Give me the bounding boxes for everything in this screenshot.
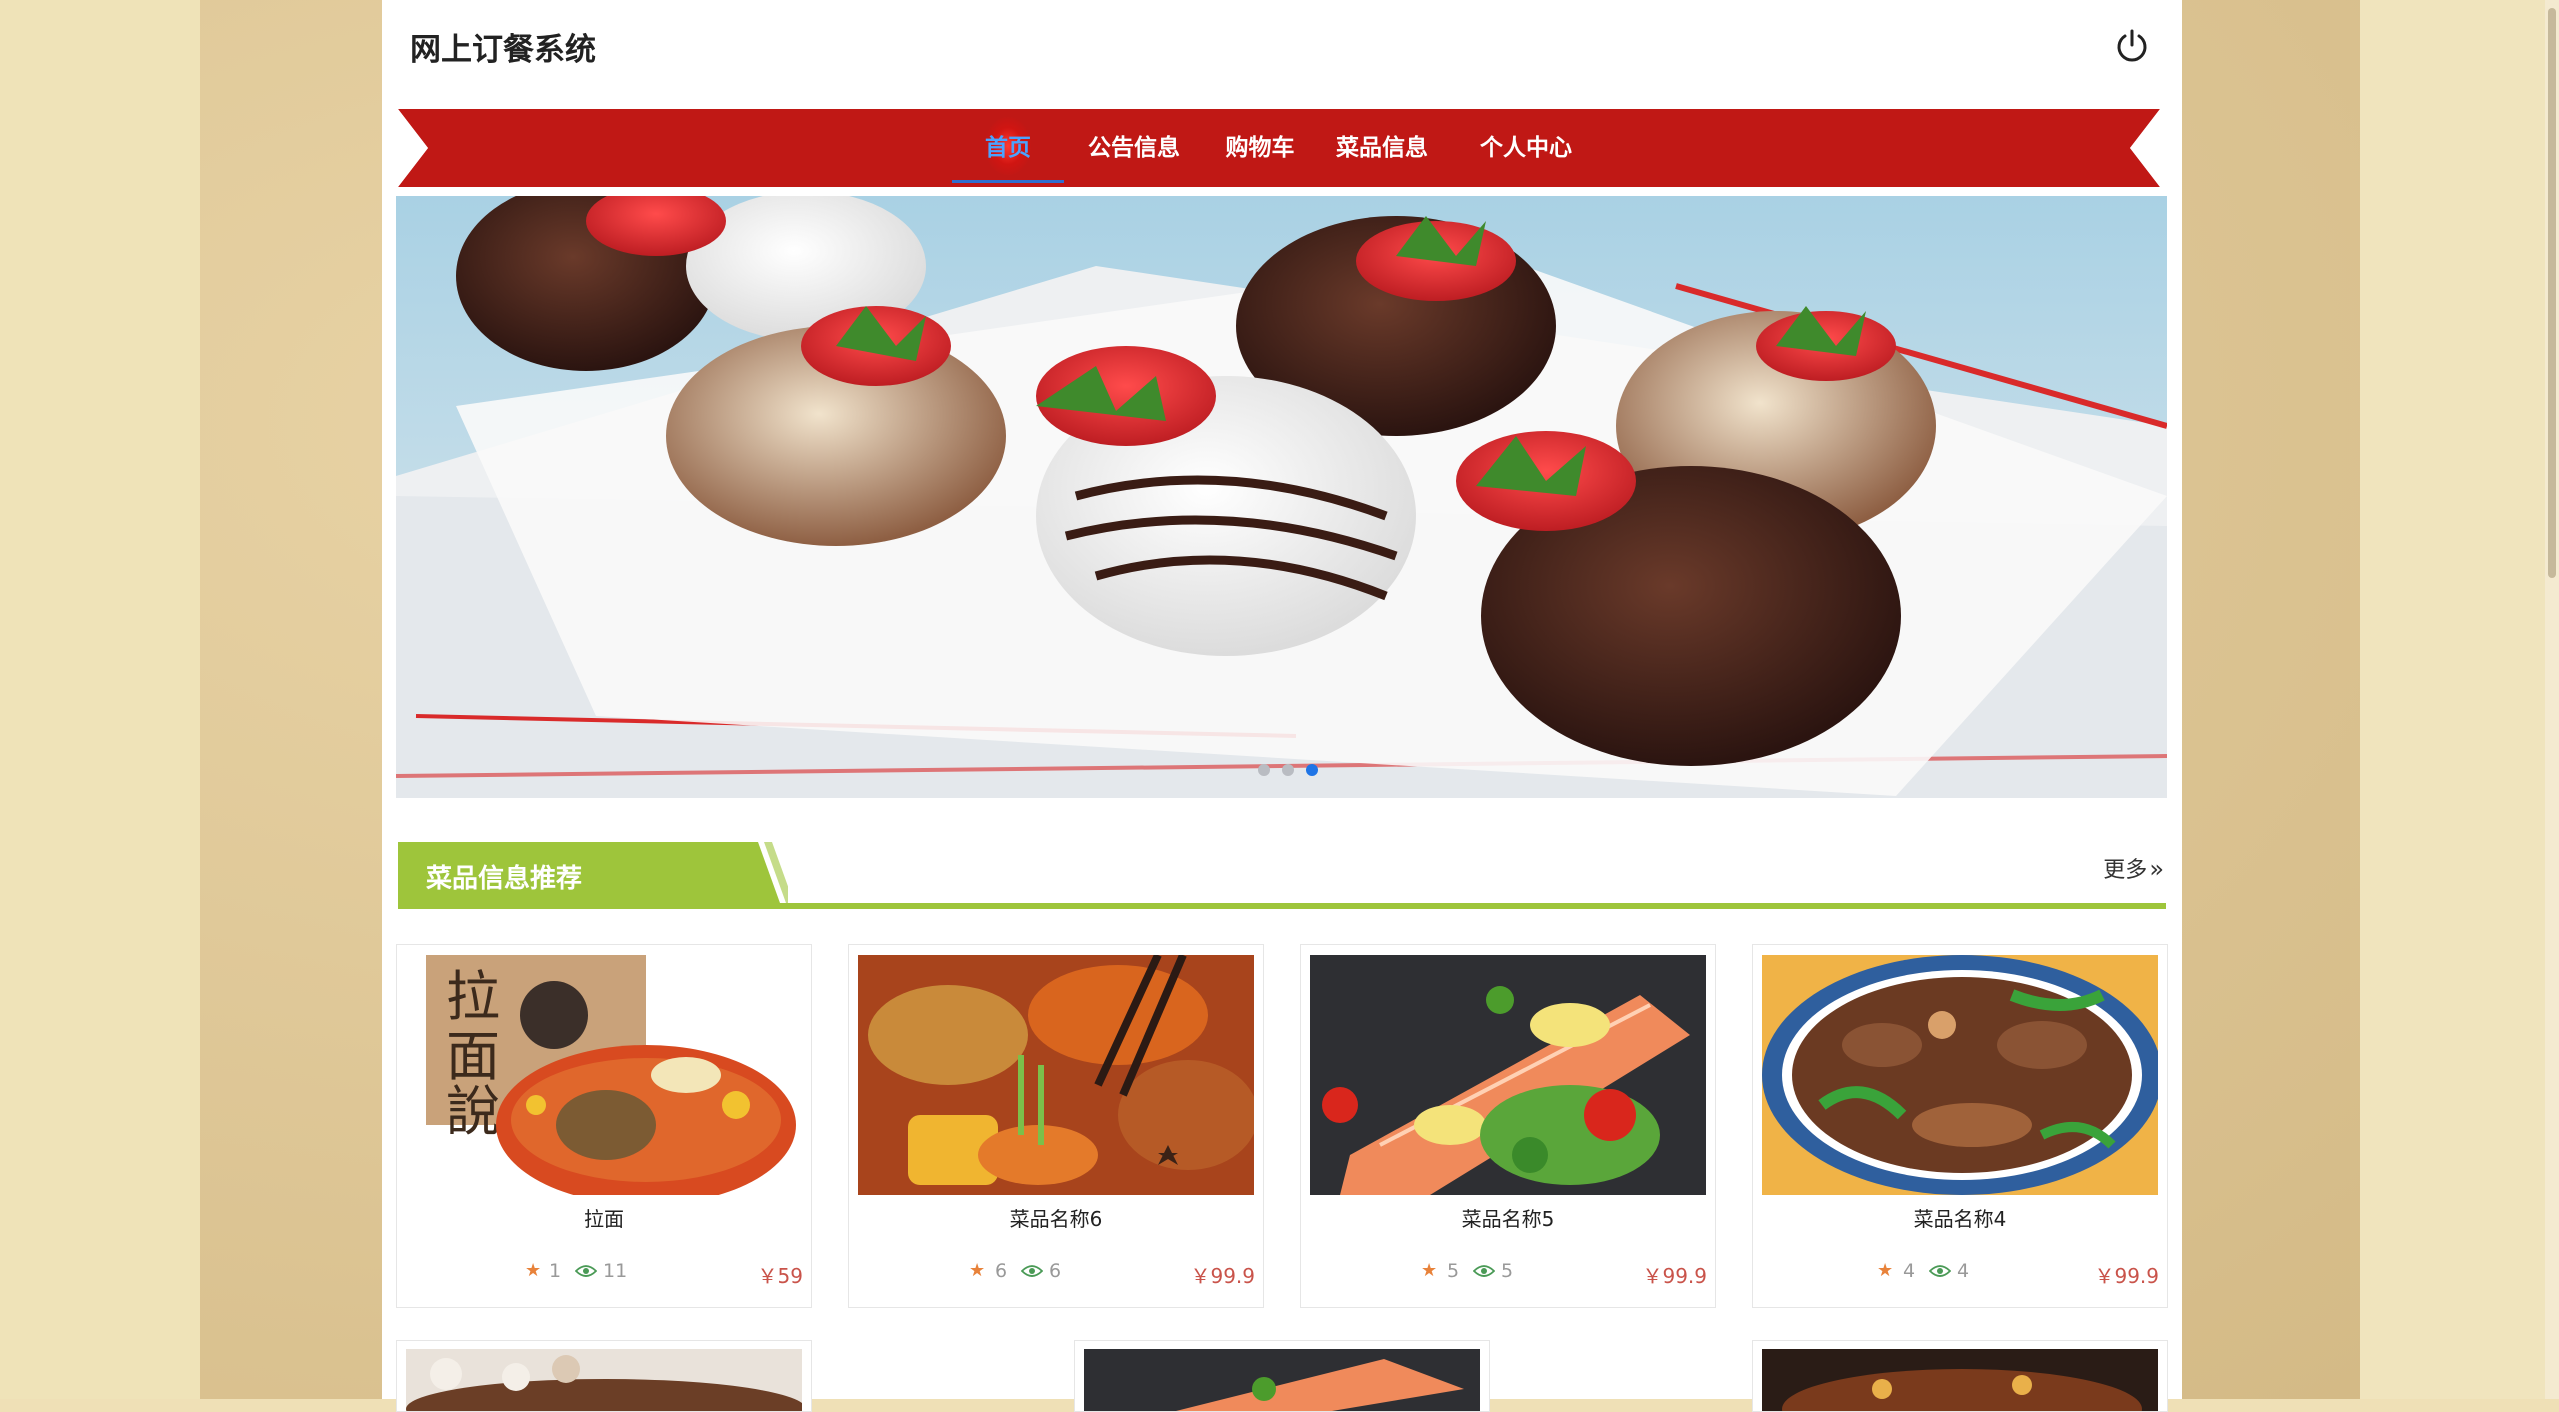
- nav-item-home[interactable]: 首页: [952, 117, 1064, 187]
- more-label: 更多: [2103, 858, 2148, 883]
- more-link[interactable]: 更多»: [2103, 852, 2164, 884]
- eye-icon: [1929, 1265, 1951, 1277]
- header: 网上订餐系统: [382, 0, 2182, 96]
- nav-item-cart[interactable]: 购物车: [1220, 123, 1300, 187]
- star-icon: ★: [1877, 1260, 1894, 1281]
- product-price: ￥99.9: [1190, 1264, 1255, 1288]
- carousel-dot[interactable]: [1282, 764, 1294, 776]
- product-card[interactable]: 菜品名称5 ★ 5 5 ￥99.9: [1300, 944, 1716, 1308]
- product-likes: 5: [1447, 1260, 1460, 1282]
- nav-item-label: 菜品信息: [1336, 135, 1428, 161]
- product-stats: ★ 1 11 ￥59: [397, 1258, 811, 1288]
- nav-item-label: 个人中心: [1480, 135, 1572, 161]
- site-title: 网上订餐系统: [410, 32, 596, 68]
- product-stats: ★ 4 4 ￥99.9: [1753, 1258, 2167, 1288]
- product-name: 菜品名称6: [1009, 1207, 1103, 1231]
- svg-text:說: 說: [446, 1080, 500, 1143]
- product-stats: ★ 5 5 ￥99.9: [1301, 1258, 1715, 1288]
- eye-icon: [1473, 1265, 1495, 1277]
- product-name: 拉面: [584, 1207, 624, 1231]
- product-views: 4: [1957, 1260, 1970, 1282]
- product-likes: 4: [1903, 1260, 1916, 1282]
- product-image: [1084, 1349, 1480, 1411]
- eye-icon: [1021, 1265, 1043, 1277]
- nav-item-profile[interactable]: 个人中心: [1476, 123, 1576, 187]
- product-name: 菜品名称4: [1913, 1207, 2007, 1231]
- product-views: 11: [603, 1260, 628, 1282]
- carousel-dot[interactable]: [1258, 764, 1270, 776]
- product-card[interactable]: [396, 1340, 812, 1412]
- product-image: [1762, 955, 2158, 1195]
- nav-item-label: 公告信息: [1088, 135, 1180, 161]
- star-icon: ★: [1421, 1260, 1438, 1281]
- product-card[interactable]: 菜品名称6 ★ 6 6 ￥99.9: [848, 944, 1264, 1308]
- product-name: 菜品名称5: [1461, 1207, 1555, 1231]
- product-image: [1310, 955, 1706, 1195]
- product-card[interactable]: [1752, 1340, 2168, 1412]
- banner-carousel[interactable]: [396, 196, 2167, 798]
- power-icon[interactable]: [2112, 26, 2152, 66]
- page-background-left: [0, 0, 200, 1399]
- double-chevron-right-icon: »: [2149, 855, 2164, 883]
- svg-text:拉: 拉: [446, 965, 500, 1028]
- product-price: ￥99.9: [2094, 1264, 2159, 1288]
- carousel-dot-active[interactable]: [1306, 764, 1318, 776]
- section-title: 菜品信息推荐: [426, 864, 583, 894]
- product-card[interactable]: [1074, 1340, 1490, 1412]
- product-views: 5: [1501, 1260, 1514, 1282]
- product-card[interactable]: 菜品名称4 ★ 4 4 ￥99.9: [1752, 944, 2168, 1308]
- product-card[interactable]: 拉 面 說 拉面 ★ 1 11 ￥59: [396, 944, 812, 1308]
- product-price: ￥59: [757, 1264, 803, 1288]
- scrollbar-thumb[interactable]: [2548, 8, 2556, 578]
- main-nav: 首页 公告信息 购物车 菜品信息 个人中心: [398, 109, 2160, 187]
- product-image: [406, 1349, 802, 1411]
- main-container: 网上订餐系统 首页 公告信息 购物车 菜品信息 个人中心 菜品信息推荐 更多» …: [382, 0, 2182, 1412]
- vertical-scrollbar[interactable]: [2545, 0, 2559, 1399]
- product-price: ￥99.9: [1642, 1264, 1707, 1288]
- product-views: 6: [1049, 1260, 1062, 1282]
- eye-icon: [575, 1265, 597, 1277]
- section-divider: [398, 903, 2166, 909]
- product-likes: 6: [995, 1260, 1008, 1282]
- nav-item-announcements[interactable]: 公告信息: [1084, 123, 1184, 187]
- nav-item-label: 首页: [985, 135, 1031, 161]
- star-icon: ★: [969, 1260, 986, 1281]
- svg-text:面: 面: [446, 1025, 500, 1088]
- nav-items: 首页 公告信息 购物车 菜品信息 个人中心: [398, 109, 2160, 187]
- product-likes: 1: [549, 1260, 562, 1282]
- star-icon: ★: [525, 1260, 542, 1281]
- product-image: [1762, 1349, 2158, 1411]
- nav-item-label: 购物车: [1225, 135, 1295, 161]
- banner-image: [396, 196, 2167, 798]
- active-nav-underline: [952, 180, 1064, 183]
- product-stats: ★ 6 6 ￥99.9: [849, 1258, 1263, 1288]
- product-image: [858, 955, 1254, 1195]
- page-background-right: [2360, 0, 2559, 1399]
- carousel-indicators: [1258, 764, 1318, 778]
- product-image: 拉 面 說: [406, 955, 802, 1195]
- nav-item-dishes[interactable]: 菜品信息: [1332, 123, 1432, 187]
- recommend-section-header: 菜品信息推荐 更多»: [398, 842, 2166, 912]
